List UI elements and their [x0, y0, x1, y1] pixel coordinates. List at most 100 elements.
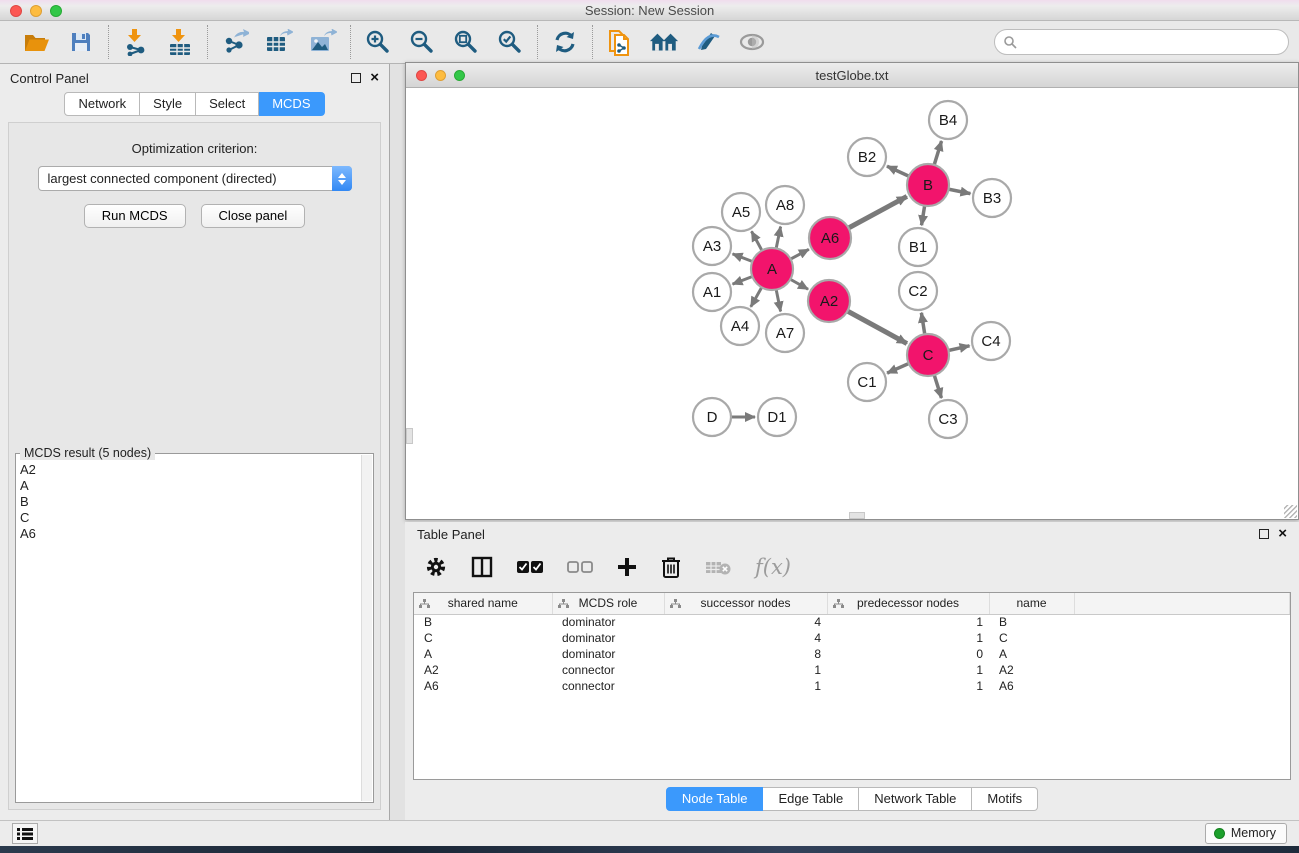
graph-node[interactable]: B4	[929, 101, 967, 139]
task-history-button[interactable]	[12, 823, 38, 844]
gear-icon[interactable]	[425, 556, 447, 578]
table-cell[interactable]: B	[989, 614, 1074, 630]
export-image-icon[interactable]	[308, 27, 338, 57]
graph-node[interactable]: B3	[973, 179, 1011, 217]
graph-node[interactable]: C	[907, 334, 949, 376]
table-cell[interactable]: dominator	[552, 630, 664, 646]
graph-node[interactable]: C2	[899, 272, 937, 310]
window-resize-grip[interactable]	[1284, 505, 1297, 518]
import-network-icon[interactable]	[121, 27, 151, 57]
network-window-titlebar[interactable]: testGlobe.txt	[406, 63, 1298, 88]
graph-node[interactable]: C3	[929, 400, 967, 438]
table-cell[interactable]: 0	[827, 646, 989, 662]
table-cell[interactable]: A6	[989, 678, 1074, 694]
network-close-button[interactable]	[416, 70, 427, 81]
graph-node[interactable]: A8	[766, 186, 804, 224]
table-tab-network-table[interactable]: Network Table	[859, 787, 972, 811]
columns-icon[interactable]	[471, 556, 493, 578]
table-cell[interactable]: 1	[664, 662, 827, 678]
table-close-icon[interactable]: ×	[1278, 529, 1287, 539]
table-cell[interactable]: connector	[552, 678, 664, 694]
table-row[interactable]: Adominator80A	[414, 646, 1290, 662]
table-cell[interactable]: 4	[664, 614, 827, 630]
table-cell[interactable]: A	[989, 646, 1074, 662]
table-tab-node-table[interactable]: Node Table	[666, 787, 764, 811]
table-tab-edge-table[interactable]: Edge Table	[763, 787, 859, 811]
table-cell[interactable]: A2	[989, 662, 1074, 678]
zoom-in-icon[interactable]	[363, 27, 393, 57]
graph-node[interactable]: D	[693, 398, 731, 436]
table-cell[interactable]: B	[414, 614, 552, 630]
table-cell[interactable]: dominator	[552, 614, 664, 630]
network-canvas[interactable]: B4B2BB3B1A5A8A6A3AA1C2A2A4A7C4CC1C3DD1	[406, 88, 1298, 519]
table-cell[interactable]: 1	[827, 614, 989, 630]
result-item[interactable]: C	[20, 510, 361, 526]
copy-network-icon[interactable]	[605, 27, 635, 57]
open-folder-icon[interactable]	[22, 27, 52, 57]
column-header[interactable]: name	[989, 593, 1074, 614]
graph-node[interactable]: A6	[809, 217, 851, 259]
table-cell[interactable]: A2	[414, 662, 552, 678]
table-cell[interactable]: connector	[552, 662, 664, 678]
graph-node[interactable]: A4	[721, 307, 759, 345]
graph-node[interactable]: A1	[693, 273, 731, 311]
graph-node[interactable]: C4	[972, 322, 1010, 360]
import-table-icon[interactable]	[165, 27, 195, 57]
export-network-icon[interactable]	[220, 27, 250, 57]
graph-node[interactable]: A7	[766, 314, 804, 352]
criterion-dropdown[interactable]: largest connected component (directed)	[38, 166, 352, 191]
graph-node[interactable]: C1	[848, 363, 886, 401]
refresh-icon[interactable]	[550, 27, 580, 57]
search-input[interactable]	[1021, 32, 1288, 52]
result-item[interactable]: B	[20, 494, 361, 510]
zoom-window-button[interactable]	[50, 5, 62, 17]
tab-mcds[interactable]: MCDS	[259, 92, 324, 116]
graph-node[interactable]: B	[907, 164, 949, 206]
home-icon[interactable]	[649, 27, 679, 57]
search-field[interactable]	[994, 29, 1289, 55]
zoom-out-icon[interactable]	[407, 27, 437, 57]
function-builder-icon[interactable]: f(x)	[755, 555, 791, 579]
result-scrollbar[interactable]	[361, 455, 372, 801]
result-item[interactable]: A6	[20, 526, 361, 542]
table-cell[interactable]: 8	[664, 646, 827, 662]
table-cell[interactable]: dominator	[552, 646, 664, 662]
graph-node[interactable]: A3	[693, 227, 731, 265]
delete-column-icon[interactable]	[661, 556, 681, 578]
column-header[interactable]: predecessor nodes	[827, 593, 989, 614]
export-table-icon[interactable]	[264, 27, 294, 57]
graph-node[interactable]: B2	[848, 138, 886, 176]
tab-network[interactable]: Network	[64, 92, 140, 116]
graph-node[interactable]: A	[751, 248, 793, 290]
add-column-icon[interactable]	[617, 557, 637, 577]
table-tab-motifs[interactable]: Motifs	[972, 787, 1038, 811]
tab-style[interactable]: Style	[140, 92, 196, 116]
zoom-selected-icon[interactable]	[495, 27, 525, 57]
save-icon[interactable]	[66, 27, 96, 57]
network-minimize-button[interactable]	[435, 70, 446, 81]
table-cell[interactable]: 1	[827, 678, 989, 694]
delete-table-icon[interactable]	[705, 558, 731, 576]
table-float-icon[interactable]	[1259, 529, 1269, 539]
network-zoom-button[interactable]	[454, 70, 465, 81]
minimize-window-button[interactable]	[30, 5, 42, 17]
close-panel-button[interactable]: Close panel	[201, 204, 306, 228]
close-window-button[interactable]	[10, 5, 22, 17]
float-panel-icon[interactable]	[351, 73, 361, 83]
splitter-nub-bottom[interactable]	[849, 512, 865, 519]
graph-node[interactable]: A5	[722, 193, 760, 231]
select-all-icon[interactable]	[517, 560, 543, 574]
table-cell[interactable]: 4	[664, 630, 827, 646]
table-cell[interactable]: C	[989, 630, 1074, 646]
table-row[interactable]: A6connector11A6	[414, 678, 1290, 694]
close-panel-icon[interactable]: ×	[370, 73, 379, 83]
table-cell[interactable]: A	[414, 646, 552, 662]
graph-node[interactable]: B1	[899, 228, 937, 266]
table-cell[interactable]: 1	[664, 678, 827, 694]
table-cell[interactable]: 1	[827, 630, 989, 646]
table-cell[interactable]: 1	[827, 662, 989, 678]
eye-icon[interactable]	[737, 27, 767, 57]
column-header[interactable]: shared name	[414, 593, 552, 614]
zoom-fit-icon[interactable]	[451, 27, 481, 57]
table-row[interactable]: A2connector11A2	[414, 662, 1290, 678]
